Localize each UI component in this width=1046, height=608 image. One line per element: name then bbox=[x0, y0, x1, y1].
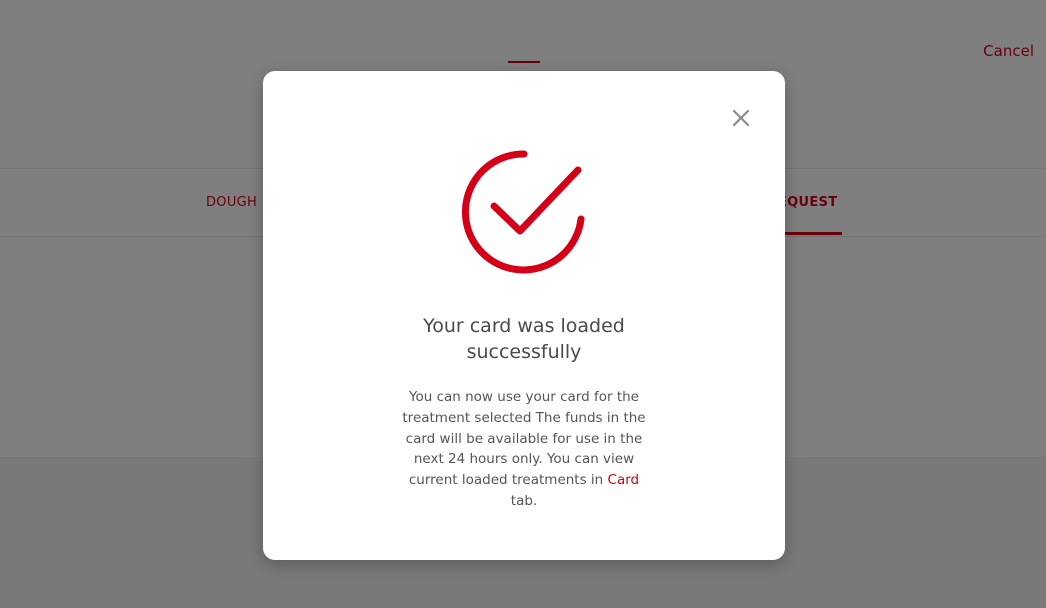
dialog-message: You can now use your card for the treatm… bbox=[399, 387, 649, 512]
success-dialog: Your card was loaded successfully You ca… bbox=[263, 71, 785, 560]
dialog-title: Your card was loaded successfully bbox=[423, 315, 625, 363]
card-tab-link[interactable]: Card bbox=[608, 472, 640, 488]
close-icon[interactable] bbox=[730, 107, 752, 129]
checkmark-circle-icon bbox=[461, 149, 587, 275]
message-text-end: tab. bbox=[510, 492, 538, 509]
